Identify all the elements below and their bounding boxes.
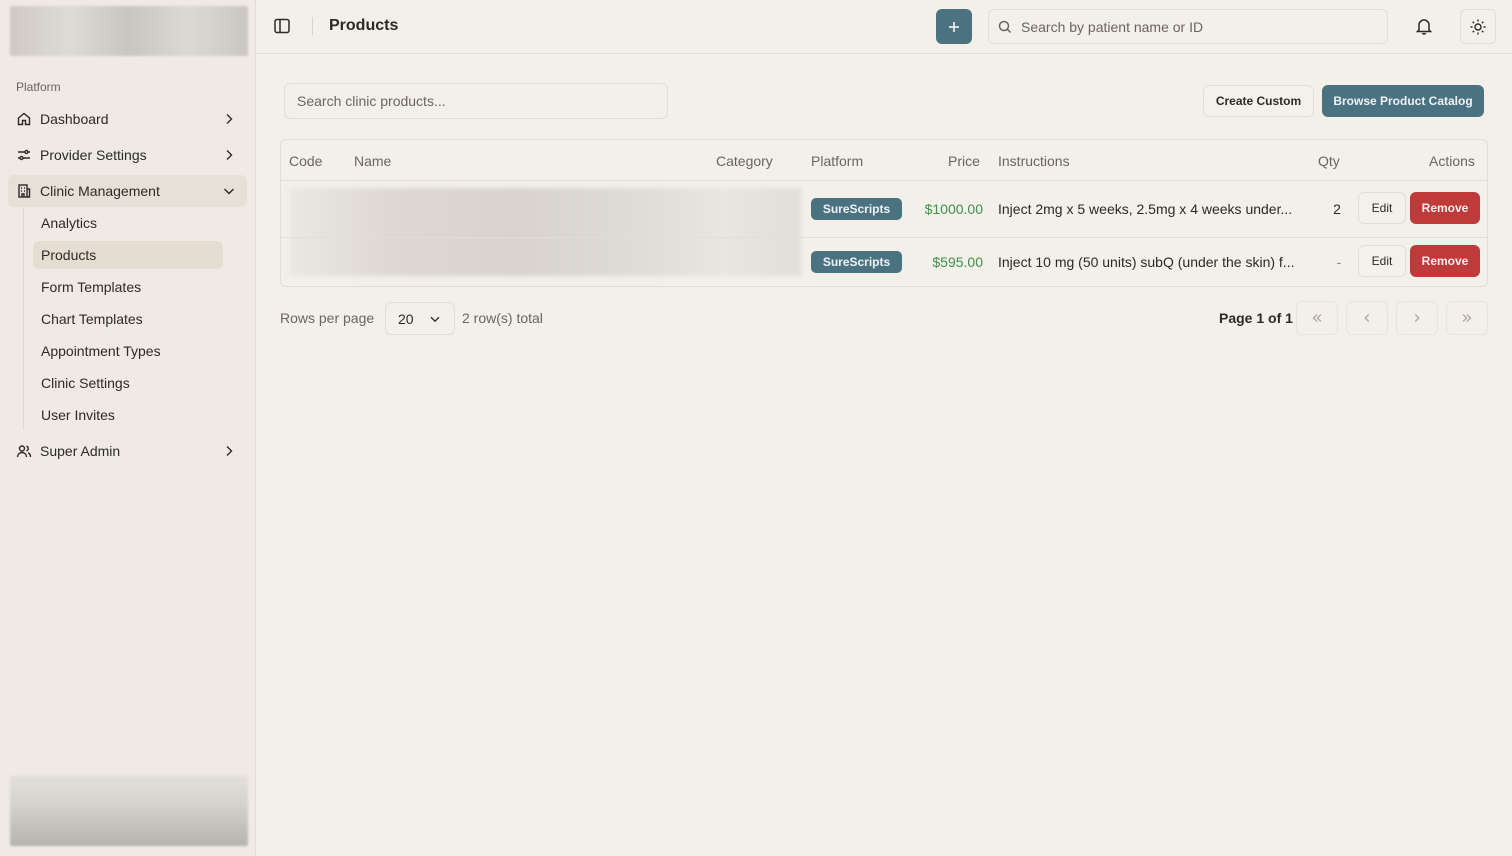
column-header-code[interactable]: Code xyxy=(289,153,322,169)
sidebar-toggle-icon[interactable] xyxy=(272,16,292,36)
remove-button[interactable]: Remove xyxy=(1410,192,1480,224)
page-title: Products xyxy=(329,17,399,34)
sun-icon xyxy=(1470,19,1486,34)
chevron-right-icon xyxy=(221,147,237,163)
plus-icon xyxy=(949,21,959,32)
column-header-actions: Actions xyxy=(1429,153,1475,169)
product-search[interactable] xyxy=(284,83,668,119)
theme-toggle-button[interactable] xyxy=(1460,9,1496,44)
edit-button[interactable]: Edit xyxy=(1358,192,1406,224)
first-page-button[interactable] xyxy=(1296,301,1338,335)
building-icon xyxy=(16,183,32,199)
sidebar-item-label: Provider Settings xyxy=(40,147,147,163)
platform-badge: SureScripts xyxy=(811,251,902,273)
main-content: Products Create Custom Browse Product Ca… xyxy=(256,0,1512,856)
product-search-input[interactable] xyxy=(297,93,657,109)
submenu-divider xyxy=(23,208,24,430)
sidebar-subitem-chart-templates[interactable]: Chart Templates xyxy=(33,305,223,333)
remove-button[interactable]: Remove xyxy=(1410,245,1480,277)
edit-button[interactable]: Edit xyxy=(1358,245,1406,277)
browse-catalog-button[interactable]: Browse Product Catalog xyxy=(1322,85,1484,117)
bell-icon[interactable] xyxy=(1414,16,1434,36)
column-header-qty[interactable]: Qty xyxy=(1318,153,1340,169)
platform-badge: SureScripts xyxy=(811,198,902,220)
chevron-down-icon xyxy=(428,312,442,326)
price-cell: $595.00 xyxy=(932,254,983,270)
sidebar-item-dashboard[interactable]: Dashboard xyxy=(8,103,247,135)
patient-search-input[interactable] xyxy=(1021,18,1371,35)
sidebar-subitem-appointment-types[interactable]: Appointment Types xyxy=(33,337,223,365)
sidebar-item-provider-settings[interactable]: Provider Settings xyxy=(8,139,247,171)
column-header-price[interactable]: Price xyxy=(948,153,980,169)
sidebar-item-clinic-management[interactable]: Clinic Management xyxy=(8,175,247,207)
column-header-instructions[interactable]: Instructions xyxy=(998,153,1070,169)
add-button[interactable] xyxy=(936,9,972,44)
rows-per-page-label: Rows per page xyxy=(280,310,375,326)
instructions-cell: Inject 2mg x 5 weeks, 2.5mg x 4 weeks un… xyxy=(998,201,1293,217)
sidebar-subitem-products[interactable]: Products xyxy=(33,241,223,269)
users-icon xyxy=(16,443,32,459)
sliders-icon xyxy=(16,147,32,163)
user-profile[interactable] xyxy=(10,776,248,846)
redacted-product-details xyxy=(289,188,801,276)
chevron-down-icon xyxy=(221,183,237,199)
header-divider xyxy=(312,17,313,35)
chevron-right-icon xyxy=(221,111,237,127)
last-page-button[interactable] xyxy=(1446,301,1488,335)
rows-total: 2 row(s) total xyxy=(462,310,543,326)
table-header-divider xyxy=(281,180,1487,181)
home-icon xyxy=(16,111,32,127)
sidebar-subitem-form-templates[interactable]: Form Templates xyxy=(33,273,223,301)
patient-search[interactable] xyxy=(988,9,1388,44)
sidebar-subitem-user-invites[interactable]: User Invites xyxy=(33,401,223,429)
previous-page-button[interactable] xyxy=(1346,301,1388,335)
column-header-category[interactable]: Category xyxy=(716,153,773,169)
chevron-right-icon xyxy=(221,443,237,459)
row-divider xyxy=(281,237,1487,238)
price-cell: $1000.00 xyxy=(924,201,983,217)
qty-cell: 2 xyxy=(1333,201,1341,217)
sidebar-subitem-clinic-settings[interactable]: Clinic Settings xyxy=(33,369,223,397)
sidebar-subitem-analytics[interactable]: Analytics xyxy=(33,209,223,237)
column-header-platform[interactable]: Platform xyxy=(811,153,863,169)
chevron-left-icon xyxy=(1364,314,1370,322)
sidebar-item-label: Super Admin xyxy=(40,443,121,459)
page-indicator: Page 1 of 1 xyxy=(1219,310,1293,326)
products-table: Code Name Category Platform Price Instru… xyxy=(280,139,1488,287)
clinic-logo[interactable] xyxy=(10,6,248,56)
sidebar-item-label: Clinic Management xyxy=(40,183,160,199)
chevron-right-icon xyxy=(1414,314,1420,322)
sidebar: Platform Dashboard Provider Settings Cli… xyxy=(0,0,256,856)
column-header-name[interactable]: Name xyxy=(354,153,391,169)
sidebar-section-label: Platform xyxy=(16,80,61,94)
instructions-cell: Inject 10 mg (50 units) subQ (under the … xyxy=(998,254,1295,270)
search-icon xyxy=(998,20,1012,33)
create-custom-button[interactable]: Create Custom xyxy=(1203,85,1314,117)
next-page-button[interactable] xyxy=(1396,301,1438,335)
sidebar-item-super-admin[interactable]: Super Admin xyxy=(8,435,247,467)
rows-per-page-value: 20 xyxy=(398,310,414,327)
rows-per-page-select[interactable]: 20 xyxy=(385,302,455,335)
sidebar-item-label: Dashboard xyxy=(40,111,109,127)
chevrons-left-icon xyxy=(1312,314,1322,322)
top-bar: Products xyxy=(256,0,1512,54)
chevrons-right-icon xyxy=(1462,314,1472,322)
qty-cell: - xyxy=(1336,254,1342,270)
